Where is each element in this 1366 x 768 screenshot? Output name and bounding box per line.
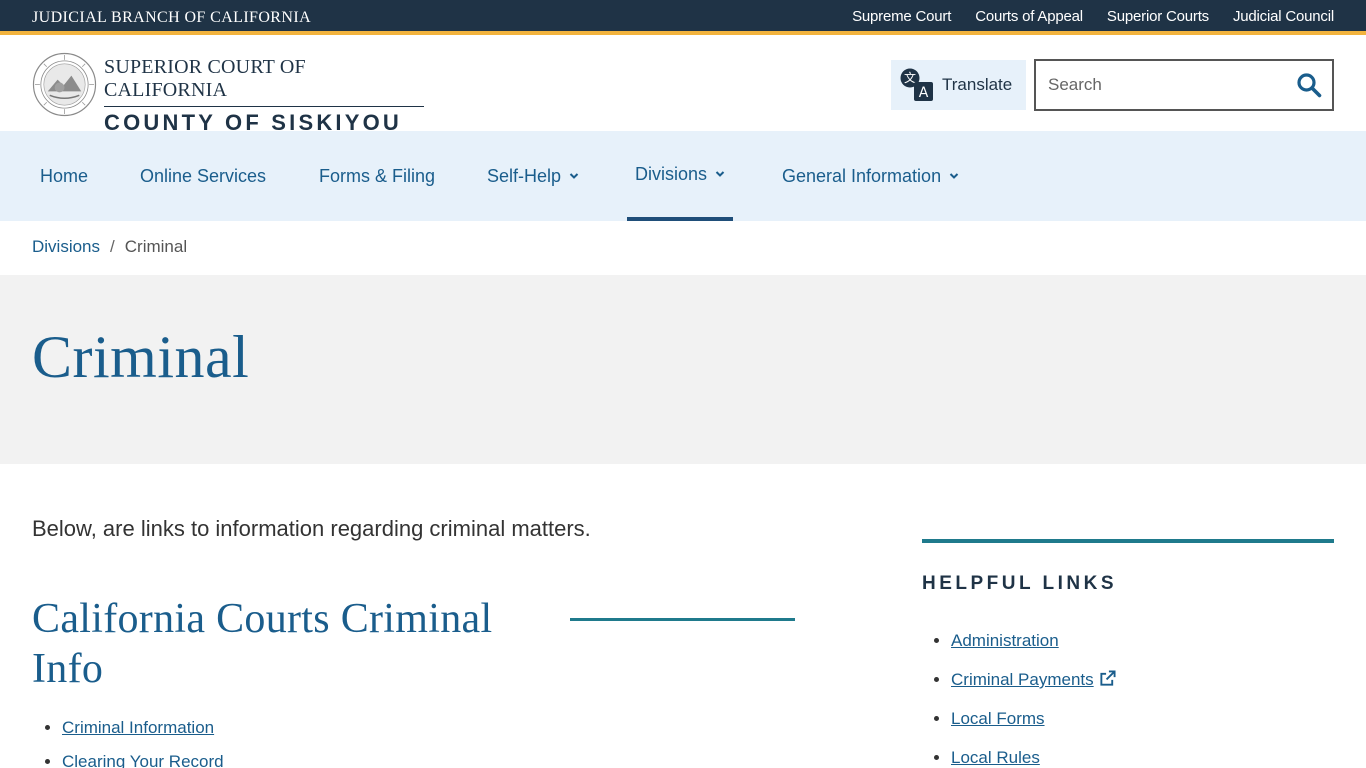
breadcrumb-divisions[interactable]: Divisions	[32, 237, 100, 257]
translate-label: Translate	[942, 75, 1013, 94]
sidebar-rule	[922, 539, 1334, 543]
page-title: Criminal	[32, 324, 250, 390]
nav-item-home[interactable]: Home	[40, 131, 88, 221]
breadcrumb-separator: /	[110, 237, 115, 256]
breadcrumb-current: Criminal	[124, 237, 188, 256]
utility-links: Supreme Court Courts of Appeal Superior …	[852, 8, 1334, 25]
local-rules-link[interactable]: Local Rules	[951, 748, 1040, 767]
nav-item-online-services[interactable]: Online Services	[140, 131, 266, 221]
breadcrumb: Divisions / Criminal	[32, 237, 187, 257]
local-forms-link[interactable]: Local Forms	[951, 709, 1045, 728]
nav-item-label: Online Services	[140, 165, 267, 186]
utility-link-superior-courts[interactable]: Superior Courts	[1107, 8, 1209, 25]
chevron-down-icon	[715, 171, 725, 177]
criminal-info-list: Criminal Information Clearing Your Recor…	[62, 718, 224, 768]
criminal-payments-link[interactable]: Criminal Payments	[951, 670, 1094, 689]
heading-rule	[570, 618, 795, 621]
section-heading: California Courts Criminal Info	[32, 596, 493, 692]
criminal-information-link[interactable]: Criminal Information	[62, 718, 214, 737]
svg-text:A: A	[919, 85, 929, 101]
utility-bar: JUDICIAL BRANCH OF CALIFORNIA Supreme Co…	[0, 0, 1366, 35]
utility-link-courts-of-appeal[interactable]: Courts of Appeal	[975, 8, 1083, 25]
main-nav: Home Online Services Forms & Filing Self…	[0, 131, 1366, 221]
nav-item-divisions[interactable]: Divisions	[627, 131, 734, 221]
helpful-links-sidebar: HELPFUL LINKS Administration Criminal Pa…	[922, 539, 1334, 768]
list-item: Local Forms	[951, 709, 1334, 729]
external-link-icon[interactable]	[1099, 670, 1116, 687]
nav-item-label: Home	[40, 165, 89, 186]
list-item: Criminal Payments	[951, 670, 1334, 690]
nav-item-forms-filing[interactable]: Forms & Filing	[319, 131, 435, 221]
search-box	[1034, 59, 1334, 111]
nav-item-general-information[interactable]: General Information	[782, 131, 959, 221]
nav-item-label: General Information	[782, 165, 942, 186]
helpful-links-list: Administration Criminal Payments Local F…	[922, 631, 1334, 768]
chevron-down-icon	[569, 173, 579, 179]
page-title-band: Criminal	[0, 275, 1366, 464]
court-seal-icon[interactable]	[32, 52, 97, 117]
list-item: Criminal Information	[62, 718, 224, 738]
intro-text: Below, are links to information regardin…	[32, 516, 591, 541]
search-icon[interactable]	[1296, 72, 1322, 98]
list-item: Clearing Your Record	[62, 752, 224, 768]
list-item: Administration	[951, 631, 1334, 651]
court-name-line1: SUPERIOR COURT OF CALIFORNIA	[104, 56, 424, 107]
utility-link-supreme-court[interactable]: Supreme Court	[852, 8, 951, 25]
search-input[interactable]	[1048, 75, 1278, 95]
court-name[interactable]: SUPERIOR COURT OF CALIFORNIA COUNTY OF S…	[104, 56, 424, 136]
nav-item-label: Self-Help	[487, 165, 562, 186]
translate-icon: 文 A	[900, 68, 933, 101]
nav-item-self-help[interactable]: Self-Help	[487, 131, 579, 221]
translate-button[interactable]: 文 A Translate	[891, 60, 1026, 110]
nav-item-label: Divisions	[635, 163, 708, 184]
judicial-branch-brand[interactable]: JUDICIAL BRANCH OF CALIFORNIA	[32, 9, 311, 27]
clearing-your-record-link[interactable]: Clearing Your Record	[62, 752, 224, 768]
utility-link-judicial-council[interactable]: Judicial Council	[1233, 8, 1334, 25]
sidebar-heading: HELPFUL LINKS	[922, 573, 1118, 594]
svg-text:文: 文	[904, 70, 916, 85]
administration-link[interactable]: Administration	[951, 631, 1059, 650]
site-header: SUPERIOR COURT OF CALIFORNIA COUNTY OF S…	[0, 39, 1366, 135]
nav-item-label: Forms & Filing	[319, 165, 436, 186]
chevron-down-icon	[949, 173, 959, 179]
list-item: Local Rules	[951, 748, 1334, 768]
